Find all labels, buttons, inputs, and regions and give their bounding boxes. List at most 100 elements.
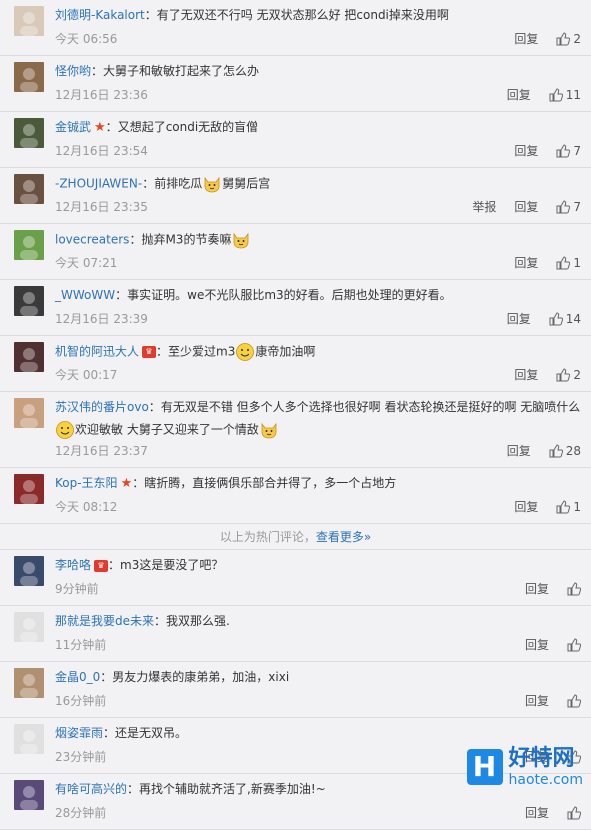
avatar[interactable] [14,556,44,586]
reply-button[interactable]: 回复 [507,444,531,458]
avatar[interactable] [14,6,44,36]
like-count: 28 [565,443,581,458]
comment-item: 金晶0_0：男友力爆表的康弟弟，加油，xixi 16分钟前 回复 [0,662,591,718]
thumbs-up-icon[interactable] [556,255,571,270]
smile-emoji-icon [55,420,75,440]
comment-line: 烟姿霏雨：还是无双吊。 [55,724,581,742]
like-count: 2 [573,367,581,382]
vip-star-icon: ★ [120,476,133,491]
username-link[interactable]: _WWoWW [55,288,115,302]
thumbs-up-icon[interactable] [567,581,582,596]
comment-item: 刘德明-Kakalort：有了无双还不行吗 无双状态那么好 把condi掉来没用… [0,0,591,56]
comment-text-continued: 舅舅后宫 [222,176,271,191]
comment-line: -ZHOUJIAWEN-：前排吃瓜 舅舅后宫 [55,174,581,194]
colon-separator: ： [154,614,167,628]
username-link[interactable]: 机智的阿迅大人 [55,345,139,359]
avatar[interactable] [14,174,44,204]
reply-button[interactable]: 回复 [507,88,531,102]
avatar[interactable] [14,612,44,642]
avatar[interactable] [14,780,44,810]
reply-button[interactable]: 回复 [514,32,538,46]
reply-button[interactable]: 回复 [525,806,549,820]
colon-separator: ： [148,400,161,414]
comment-line: Kop-王东阳 ★：瞎折腾，直接俩俱乐部合并得了，多一个占地方 [55,474,581,493]
comment-time: 今天 07:21 [55,256,118,270]
thumbs-up-icon[interactable] [556,499,571,514]
avatar[interactable] [14,118,44,148]
like-count: 7 [573,143,581,158]
comment-time: 12月16日 23:36 [55,88,148,102]
comment-line: 那就是我要de未来：我双那么强. [55,612,581,630]
thumbs-up-icon[interactable] [567,637,582,652]
username-link[interactable]: 苏汉伟的番片ovo [55,400,149,414]
reply-button[interactable]: 回复 [525,582,549,596]
comment-text: 又想起了condi无敌的盲僧 [117,120,259,134]
reply-button[interactable]: 回复 [507,312,531,326]
comment-actions: 回复 11 [507,86,581,103]
username-link[interactable]: Kop-王东阳 [55,476,118,490]
thumbs-up-icon[interactable] [567,693,582,708]
comment-line: 金晶0_0：男友力爆表的康弟弟，加油，xixi [55,668,581,686]
colon-separator: ： [127,782,140,796]
username-link[interactable]: 烟姿霏雨 [55,726,103,740]
watermark-title: 好特网 [508,746,575,771]
comment-item: 金铖武 ★：又想起了condi无敌的盲僧 12月16日 23:54 回复 7 [0,112,591,168]
comment-time: 今天 00:17 [55,368,118,382]
comment-actions: 回复 28 [507,442,581,459]
avatar[interactable] [14,474,44,504]
like-count: 7 [573,199,581,214]
colon-separator: ： [105,120,118,134]
thumbs-up-icon[interactable] [556,31,571,46]
username-link[interactable]: 李哈咯 [55,558,91,572]
avatar[interactable] [14,286,44,316]
thumbs-up-icon[interactable] [549,443,563,458]
username-link[interactable]: 刘德明-Kakalort [55,8,145,22]
username-link[interactable]: -ZHOUJIAWEN- [55,177,142,191]
avatar[interactable] [14,398,44,428]
comment-actions: 回复 2 [514,366,581,383]
view-more-link[interactable]: 查看更多» [316,530,371,544]
comment-text: 有无双是不错 但多个人多个选择也很好啊 看状态轮换还是挺好的啊 无脑喷什么 [160,400,581,414]
username-link[interactable]: 金铖武 [55,120,91,134]
comment-item: 怪你哟：大舅子和敏敏打起来了怎么办 12月16日 23:36 回复 11 [0,56,591,112]
avatar[interactable] [14,62,44,92]
reply-button[interactable]: 回复 [514,144,538,158]
comment-text: 还是无双吊。 [115,726,188,740]
comment-time: 12月16日 23:37 [55,444,148,458]
thumbs-up-icon[interactable] [556,143,571,158]
thumbs-up-icon[interactable] [549,311,563,326]
cat-emoji-icon [202,174,222,194]
comment-item: 机智的阿迅大人 ♛ ：至少爱过m3 康帝加油啊 今天 00:17 回复 2 [0,336,591,392]
username-link[interactable]: 那就是我要de未来 [55,614,154,628]
comment-list: 刘德明-Kakalort：有了无双还不行吗 无双状态那么好 把condi掉来没用… [0,0,591,830]
divider-label: 以上为热门评论， [219,530,316,544]
comment-text-2: 欢迎敏敏 大舅子又迎来了一个情敌 [75,422,259,437]
thumbs-up-icon[interactable] [549,87,563,102]
username-link[interactable]: lovecreaters [55,233,129,247]
avatar[interactable] [14,342,44,372]
comment-actions: 回复 14 [507,310,581,327]
comment-text: m3这是要没了吧？ [120,558,224,572]
reply-button[interactable]: 回复 [514,200,538,214]
reply-button[interactable]: 回复 [514,500,538,514]
avatar[interactable] [14,230,44,260]
reply-button[interactable]: 回复 [514,256,538,270]
avatar[interactable] [14,668,44,698]
reply-button[interactable]: 回复 [525,638,549,652]
thumbs-up-icon[interactable] [556,199,571,214]
username-link[interactable]: 金晶0_0 [55,670,100,684]
avatar[interactable] [14,724,44,754]
username-link[interactable]: 有啥可高兴的 [55,782,127,796]
comment-time: 11分钟前 [55,638,107,652]
report-button[interactable]: 举报 [472,200,496,214]
reply-button[interactable]: 回复 [514,368,538,382]
thumbs-up-icon[interactable] [556,367,571,382]
colon-separator: ： [91,64,104,78]
username-link[interactable]: 怪你哟 [55,64,91,78]
colon-separator: ： [156,344,169,359]
comment-actions: 回复 [525,804,582,821]
comment-item: lovecreaters：抛弃M3的节奏嘛 今天 07:21 回复 1 [0,224,591,280]
reply-button[interactable]: 回复 [525,694,549,708]
thumbs-up-icon[interactable] [567,805,582,820]
comment-line: 怪你哟：大舅子和敏敏打起来了怎么办 [55,62,581,80]
